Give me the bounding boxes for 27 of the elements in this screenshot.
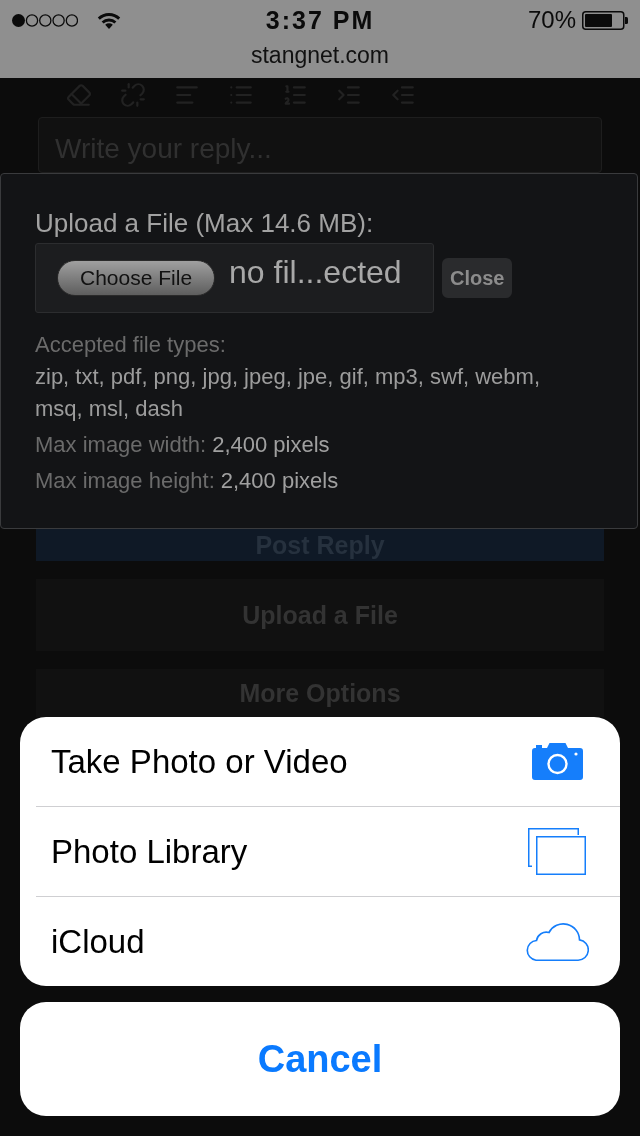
action-sheet-option[interactable]: Photo Library: [20, 807, 620, 896]
close-button[interactable]: Close: [442, 258, 513, 298]
limit-value: 2,400 pixels: [220, 467, 339, 495]
cancel-button[interactable]: Cancel: [20, 1002, 620, 1116]
dialog-title: Upload a File (Max 14.6 MB):: [35, 208, 375, 238]
battery-icon: [582, 10, 628, 30]
camera-icon: [531, 743, 583, 780]
choose-file-button[interactable]: Choose File: [57, 260, 216, 296]
option-label: iCloud: [51, 921, 145, 962]
file-input-field[interactable]: Choose File no fil...ected: [35, 243, 434, 313]
signal-strength-icon: [12, 13, 78, 27]
photo-stack-icon: [528, 828, 586, 875]
action-sheet-option[interactable]: iCloud: [20, 897, 620, 986]
address-url[interactable]: stangnet.com: [250, 40, 390, 70]
status-time: 3:37 PM: [265, 5, 375, 35]
limit-label: Max image height:: [35, 467, 215, 495]
option-label: Take Photo or Video: [51, 741, 348, 782]
battery-percent: 70%: [527, 5, 576, 35]
action-sheet-option[interactable]: Take Photo or Video: [20, 717, 620, 806]
option-label: Photo Library: [51, 831, 248, 872]
accepted-types-list: zip, txt, pdf, png, jpg, jpeg, jpe, gif, mp3, swf, webm, msq, msl, dash: [35, 361, 565, 425]
limit-label: Max image width:: [35, 431, 207, 459]
cloud-icon: [525, 922, 589, 961]
file-name: no fil...ected: [229, 254, 402, 290]
limit-value: 2,400 pixels: [212, 431, 330, 459]
accepted-types-label: Accepted file types:: [35, 331, 227, 359]
wifi-icon: [97, 11, 121, 29]
